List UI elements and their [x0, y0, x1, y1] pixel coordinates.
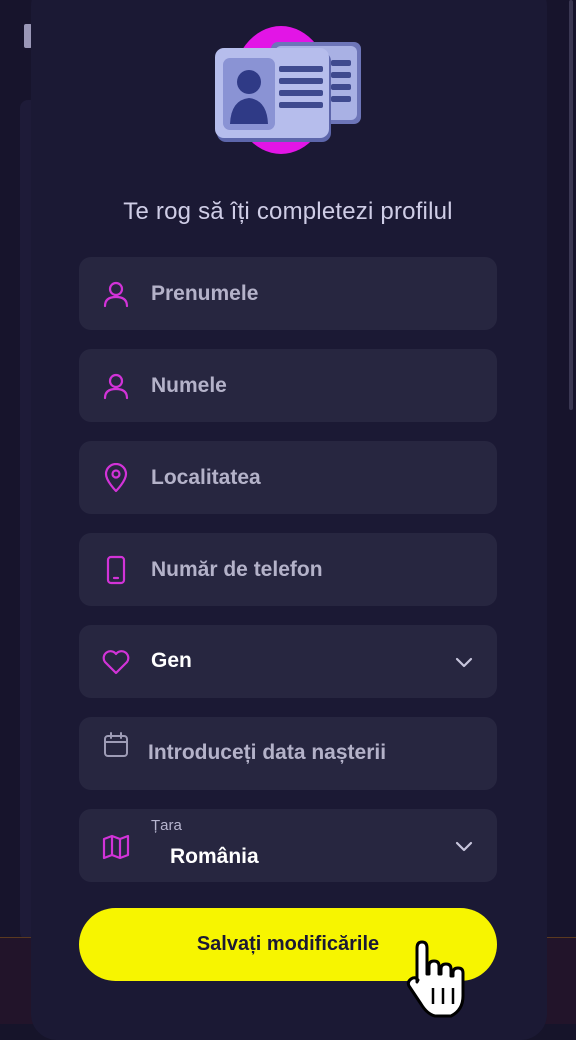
- city-input[interactable]: [151, 441, 471, 514]
- user-icon: [101, 279, 131, 309]
- chevron-down-icon: [453, 651, 475, 673]
- id-card-illustration: [213, 20, 363, 160]
- phone-input[interactable]: [151, 533, 471, 606]
- first-name-input[interactable]: [151, 257, 471, 330]
- country-value: România: [170, 845, 259, 869]
- birth-date-placeholder: Introduceți data nașterii: [148, 741, 386, 765]
- birth-date-field[interactable]: Introduceți data nașterii: [79, 717, 497, 790]
- phone-field[interactable]: [79, 533, 497, 606]
- map-icon: [101, 832, 131, 862]
- phone-icon: [101, 555, 131, 585]
- user-icon: [101, 371, 131, 401]
- country-select[interactable]: Țara România: [79, 809, 497, 882]
- profile-prompt: Te rog să îți completezi profilul: [0, 198, 576, 226]
- city-field[interactable]: [79, 441, 497, 514]
- heart-icon: [101, 647, 131, 677]
- calendar-icon: [102, 731, 130, 759]
- chevron-down-icon: [453, 835, 475, 857]
- gender-value: Gen: [151, 649, 192, 673]
- first-name-field[interactable]: [79, 257, 497, 330]
- gender-select[interactable]: Gen: [79, 625, 497, 698]
- hand-pointer-icon: [405, 938, 479, 1020]
- last-name-input[interactable]: [151, 349, 471, 422]
- country-label: Țara: [151, 817, 182, 834]
- last-name-field[interactable]: [79, 349, 497, 422]
- location-pin-icon: [101, 463, 131, 493]
